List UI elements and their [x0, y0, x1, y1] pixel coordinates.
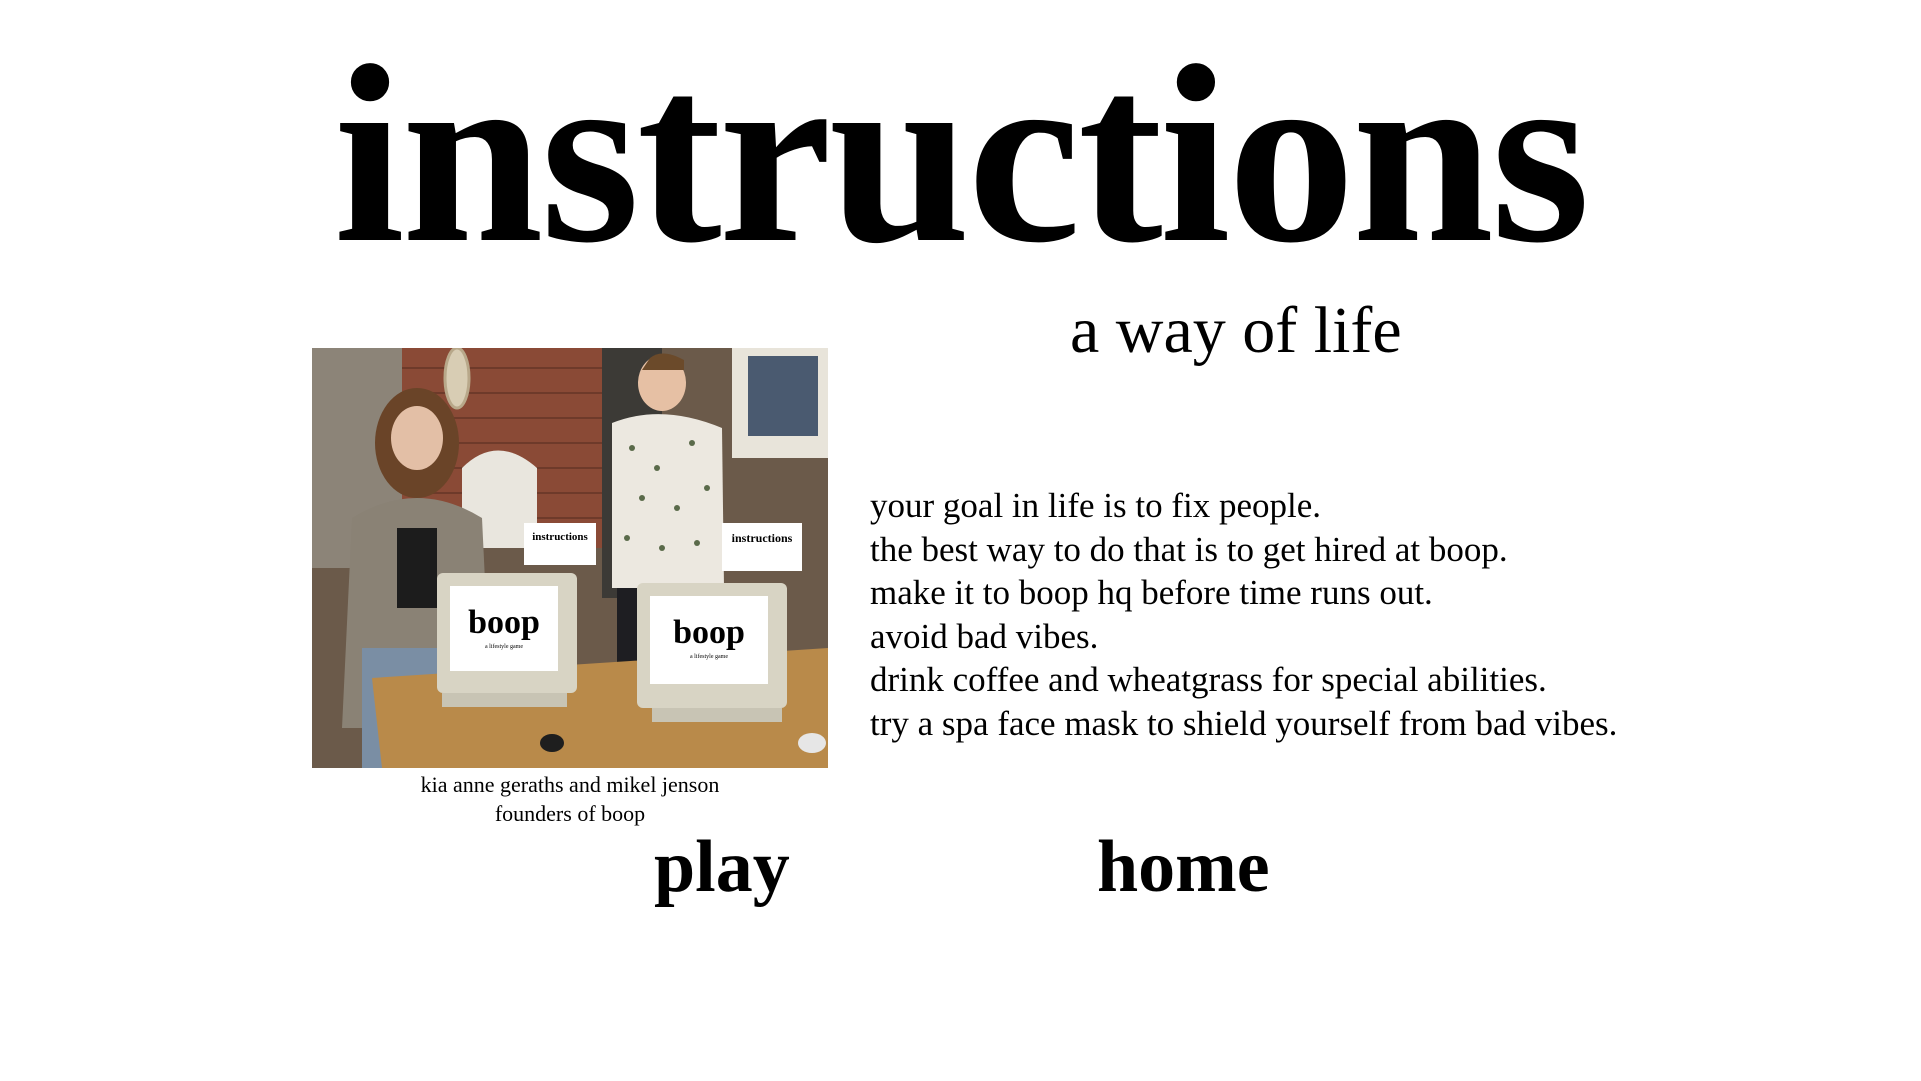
instruction-line: avoid bad vibes.	[870, 616, 1099, 656]
instruction-line: drink coffee and wheatgrass for special …	[870, 660, 1547, 700]
screen-logo-right: boop	[673, 614, 745, 651]
page-subtitle: a way of life	[1070, 294, 1402, 367]
instruction-line: your goal in life is to fix people.	[870, 486, 1322, 525]
instruction-line: the best way to do that is to get hired …	[870, 529, 1508, 569]
photo-caption: kia anne geraths and mikel jenson founde…	[312, 770, 828, 828]
sign-text-right: instructions	[732, 531, 793, 545]
screen-tagline-left: a lifestyle game	[485, 643, 523, 650]
sign-text-left: instructions	[532, 531, 588, 543]
instructions-list: your goal in life is to fix people. the …	[870, 484, 1617, 746]
caption-role: founders of boop	[494, 801, 646, 826]
screen-logo-left: boop	[468, 604, 540, 641]
instruction-line: make it to boop hq before time runs out.	[870, 573, 1433, 613]
founders-photo: boop a lifestyle game boop a lifestyle g…	[312, 348, 828, 768]
caption-names: kia anne geraths and mikel jenson	[420, 772, 720, 797]
screen-tagline-right: a lifestyle game	[690, 653, 728, 660]
home-button[interactable]: home	[1097, 830, 1270, 904]
instruction-line: try a spa face mask to shield yourself f…	[870, 703, 1618, 743]
play-button[interactable]: play	[654, 830, 790, 904]
page-title: instructions	[333, 14, 1590, 296]
